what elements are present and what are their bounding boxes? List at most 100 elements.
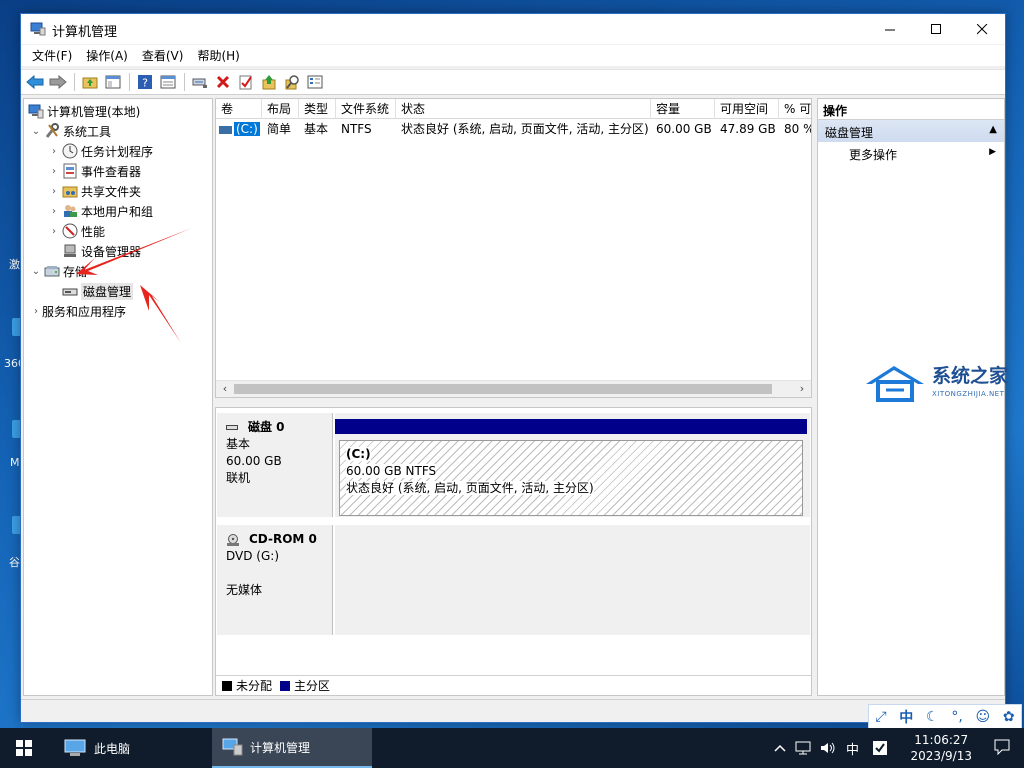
tree-label-local-users: 本地用户和组 bbox=[81, 204, 154, 219]
delete-icon[interactable] bbox=[212, 71, 234, 93]
chevron-down-icon[interactable]: ⌄ bbox=[30, 126, 42, 137]
toolbar: ? bbox=[21, 69, 1005, 95]
tree-item-local-users[interactable]: › 本地用户和组 bbox=[48, 202, 153, 220]
chevron-down-icon[interactable]: ⌄ bbox=[30, 266, 42, 277]
more-actions-item[interactable]: 更多操作 ▶ bbox=[818, 142, 1004, 164]
network-icon[interactable] bbox=[795, 728, 811, 768]
tree-item-performance[interactable]: › 性能 bbox=[48, 222, 105, 240]
chevron-right-icon[interactable]: › bbox=[48, 226, 60, 237]
security-icon[interactable] bbox=[873, 728, 887, 768]
tree-label-services: 服务和应用程序 bbox=[42, 304, 127, 319]
disk-0-partitions: (C:) 60.00 GB NTFS 状态良好 (系统, 启动, 页面文件, 活… bbox=[335, 413, 810, 517]
ime-indicator[interactable]: 中 bbox=[846, 728, 859, 768]
more-actions-label: 更多操作 bbox=[849, 148, 898, 162]
window-title: 计算机管理 bbox=[52, 25, 118, 40]
event-viewer-icon bbox=[62, 163, 78, 179]
tree-item-services[interactable]: › 服务和应用程序 bbox=[30, 302, 126, 320]
tree-item-shared-folders[interactable]: › 共享文件夹 bbox=[48, 182, 141, 200]
chevron-right-icon[interactable]: › bbox=[48, 166, 60, 177]
menu-action[interactable]: 操作(A) bbox=[79, 47, 135, 64]
tree-item-root[interactable]: 计算机管理(本地) bbox=[26, 102, 140, 120]
properties-icon[interactable] bbox=[304, 71, 326, 93]
search-icon[interactable] bbox=[281, 71, 303, 93]
show-hide-tree-icon[interactable] bbox=[102, 71, 124, 93]
ime-settings-icon[interactable]: ✿ bbox=[1003, 709, 1015, 725]
scroll-thumb[interactable] bbox=[234, 384, 772, 394]
legend: 未分配 主分区 bbox=[216, 675, 811, 695]
disk-icon bbox=[62, 283, 78, 299]
taskbar-computer-management[interactable]: 计算机管理 bbox=[212, 728, 372, 768]
import-icon[interactable] bbox=[258, 71, 280, 93]
column-header-capacity[interactable]: 容量 bbox=[651, 99, 715, 119]
menu-help[interactable]: 帮助(H) bbox=[190, 47, 246, 64]
desktop-label-1: 激 bbox=[9, 258, 20, 271]
up-folder-icon[interactable] bbox=[79, 71, 101, 93]
tree-label-shared-folders: 共享文件夹 bbox=[81, 184, 142, 199]
status-bar bbox=[21, 699, 1005, 722]
start-button[interactable] bbox=[0, 728, 48, 768]
disk-0-label[interactable]: 磁盘 0 基本 60.00 GB 联机 bbox=[217, 413, 333, 517]
tree-item-disk-management[interactable]: 磁盘管理 bbox=[60, 282, 134, 300]
clock[interactable]: 11:06:27 2023/9/13 bbox=[910, 732, 972, 764]
ime-user-icon[interactable]: ☺ bbox=[976, 709, 991, 725]
scroll-left-icon[interactable]: ‹ bbox=[217, 382, 233, 397]
column-header-free-space[interactable]: 可用空间 bbox=[715, 99, 779, 119]
volume-icon[interactable] bbox=[820, 728, 836, 768]
tree-label-device-manager: 设备管理器 bbox=[81, 244, 142, 259]
check-icon[interactable] bbox=[235, 71, 257, 93]
minimize-button[interactable] bbox=[867, 14, 913, 44]
tree-item-event-viewer[interactable]: › 事件查看器 bbox=[48, 162, 141, 180]
ime-punctuation-icon[interactable]: °, bbox=[951, 709, 962, 725]
column-header-percent-free[interactable]: % 可 bbox=[779, 99, 811, 119]
menu-view[interactable]: 查看(V) bbox=[135, 47, 191, 64]
column-header-volume[interactable]: 卷 bbox=[216, 99, 262, 119]
menu-file[interactable]: 文件(F) bbox=[25, 47, 79, 64]
tools-icon bbox=[44, 123, 60, 139]
column-header-filesystem[interactable]: 文件系统 bbox=[336, 99, 396, 119]
partition-c-status: 状态良好 (系统, 启动, 页面文件, 活动, 主分区) bbox=[346, 481, 594, 495]
scroll-right-icon[interactable]: › bbox=[794, 382, 810, 397]
chevron-right-icon[interactable]: › bbox=[48, 146, 60, 157]
connect-icon[interactable] bbox=[189, 71, 211, 93]
column-header-status[interactable]: 状态 bbox=[396, 99, 651, 119]
tree-item-device-manager[interactable]: 设备管理器 bbox=[60, 242, 141, 260]
title-bar[interactable]: 计算机管理 bbox=[21, 14, 1005, 44]
toolbar-separator bbox=[74, 73, 75, 91]
column-header-layout[interactable]: 布局 bbox=[262, 99, 299, 119]
disk-icon bbox=[226, 425, 238, 430]
ime-indicator-label: 中 bbox=[846, 742, 860, 758]
ime-mode-label[interactable]: 中 bbox=[899, 707, 913, 727]
notification-icon[interactable] bbox=[994, 739, 1010, 758]
chevron-right-icon[interactable]: › bbox=[48, 186, 60, 197]
toolbar-separator bbox=[184, 73, 185, 91]
cdrom-0-label[interactable]: CD-ROM 0 DVD (G:) 无媒体 bbox=[217, 525, 333, 635]
column-header-type[interactable]: 类型 bbox=[299, 99, 336, 119]
computer-management-icon bbox=[28, 103, 44, 119]
disk-0-state: 联机 bbox=[226, 471, 251, 485]
actions-section-disk-management[interactable]: 磁盘管理 ▲ bbox=[818, 120, 1004, 142]
tree-item-task-scheduler[interactable]: › 任务计划程序 bbox=[48, 142, 153, 160]
back-icon[interactable] bbox=[24, 71, 46, 93]
device-manager-icon bbox=[62, 243, 78, 259]
maximize-button[interactable] bbox=[913, 14, 959, 44]
show-hidden-icons[interactable] bbox=[774, 728, 786, 768]
export-list-icon[interactable] bbox=[157, 71, 179, 93]
ime-moon-icon[interactable]: ☾ bbox=[926, 709, 939, 725]
toolbar-separator bbox=[129, 73, 130, 91]
help-icon[interactable]: ? bbox=[134, 71, 156, 93]
clock-icon bbox=[62, 143, 78, 159]
close-button[interactable] bbox=[959, 14, 1005, 44]
forward-icon[interactable] bbox=[47, 71, 69, 93]
chevron-right-icon[interactable]: › bbox=[30, 306, 42, 317]
tree-item-system-tools[interactable]: ⌄ 系统工具 bbox=[30, 122, 111, 140]
ime-toggle-icon[interactable]: ⤢ bbox=[875, 709, 886, 725]
partition-c[interactable]: (C:) 60.00 GB NTFS 状态良好 (系统, 启动, 页面文件, 活… bbox=[339, 440, 803, 516]
chevron-right-icon[interactable]: › bbox=[48, 206, 60, 217]
performance-icon bbox=[62, 223, 78, 239]
collapse-up-icon[interactable]: ▲ bbox=[989, 124, 997, 135]
cdrom-0-area bbox=[335, 525, 810, 635]
taskbar-this-pc[interactable]: 此电脑 bbox=[58, 728, 208, 768]
horizontal-scrollbar[interactable]: ‹ › bbox=[216, 380, 811, 397]
tree-item-storage[interactable]: ⌄ 存储 bbox=[30, 262, 87, 280]
taskbar: 此电脑 计算机管理 中 11:06:27 2023/9/13 bbox=[0, 728, 1024, 768]
